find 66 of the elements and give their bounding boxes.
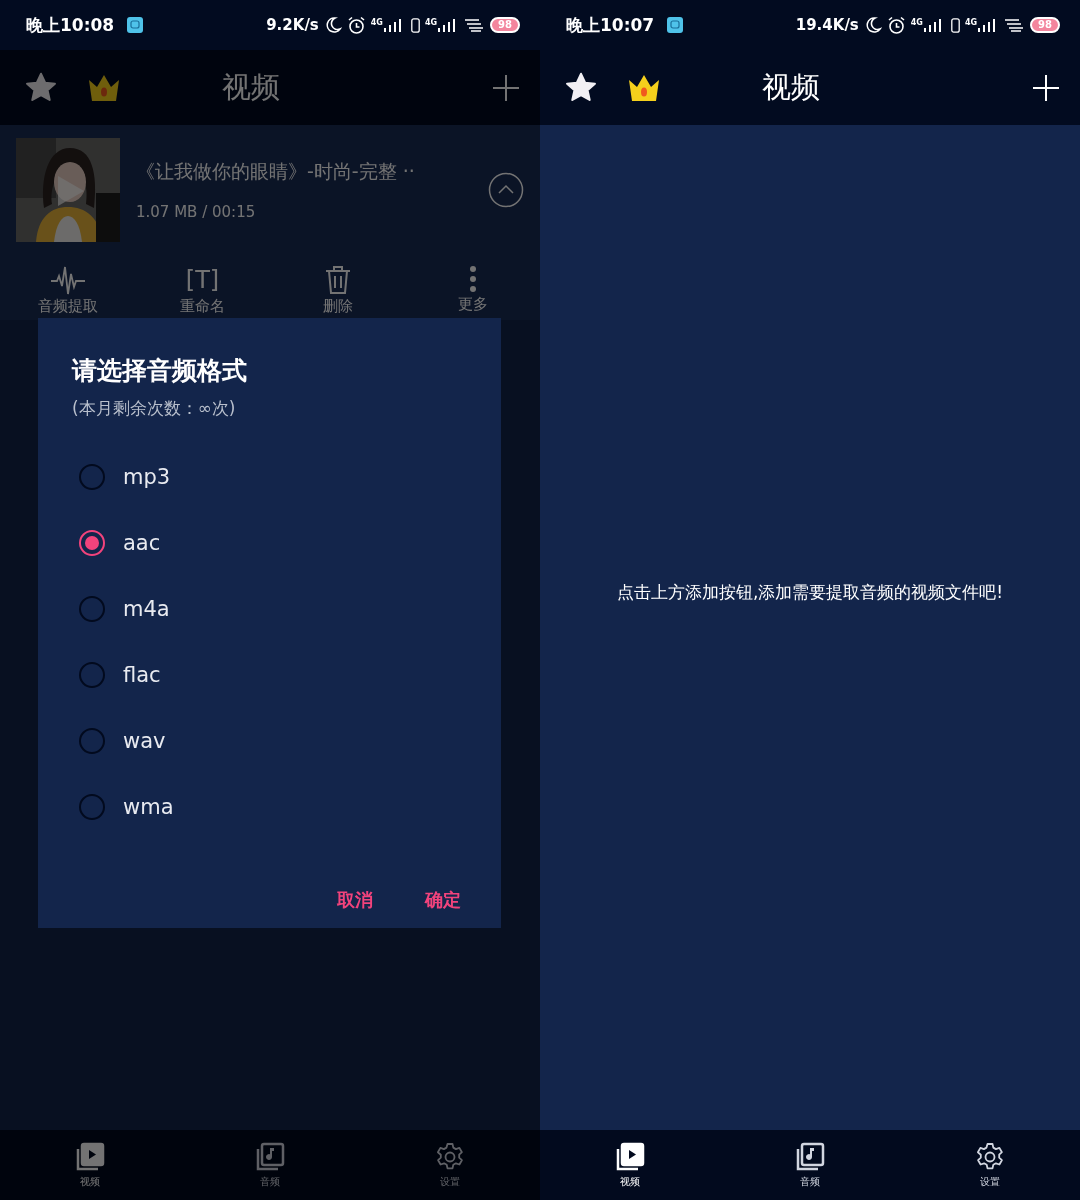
nav-tab[interactable]: 设置 (930, 1130, 1050, 1200)
play-icon[interactable] (56, 174, 86, 208)
status-time: 晚上10:08 (26, 13, 115, 37)
nav-tab[interactable]: 设置 (390, 1130, 510, 1200)
status-time: 晚上10:07 (566, 13, 655, 37)
delete-icon (323, 265, 352, 295)
video-list-item[interactable]: 《让我做你的眼睛》-时尚-完整 ·· 1.07 MB / 00:15 (0, 125, 540, 255)
collapse-icon[interactable] (488, 172, 524, 208)
video-library-icon (75, 1141, 105, 1172)
moon-icon (323, 16, 342, 34)
dialog-button[interactable]: 取消 (331, 880, 379, 920)
nav-tab[interactable]: 视频 (570, 1130, 690, 1200)
wifi-speed-icon (465, 18, 486, 32)
network-type: 4G (910, 18, 923, 27)
network-speed: 19.4K/s (795, 16, 859, 34)
app-notification-icon (127, 17, 144, 33)
radio-button[interactable] (79, 464, 105, 490)
dialog-title: 请选择音频格式 (72, 355, 248, 387)
video-library-icon (615, 1141, 645, 1172)
video-title: 《让我做你的眼睛》-时尚-完整 ·· (136, 159, 416, 184)
page-title: 视频 (761, 68, 821, 106)
music-library-icon (255, 1141, 285, 1172)
page-title: 视频 (221, 68, 281, 106)
format-option[interactable]: flac (72, 642, 467, 708)
radio-button[interactable] (79, 728, 105, 754)
radio-button[interactable] (79, 530, 105, 556)
nav-tab[interactable]: 音频 (210, 1130, 330, 1200)
format-option[interactable]: wav (72, 708, 467, 774)
action-button[interactable]: 更多 (422, 265, 523, 320)
network-speed: 9.2K/s (266, 16, 319, 34)
nav-tab[interactable]: 视频 (30, 1130, 150, 1200)
network-type: 4G (964, 18, 978, 27)
radio-button[interactable] (79, 662, 105, 688)
crown-icon[interactable] (628, 73, 660, 102)
alarm-icon (886, 15, 906, 35)
hd-icon (410, 17, 420, 33)
rename-glyph: [T] (185, 265, 220, 295)
app-notification-icon (667, 17, 684, 33)
action-button[interactable]: [T] 重命名 (152, 265, 253, 320)
waveform-icon (50, 265, 85, 295)
radio-button[interactable] (79, 794, 105, 820)
settings-icon (975, 1141, 1005, 1172)
format-option[interactable]: aac (72, 510, 467, 576)
battery-indicator: 98 (1030, 17, 1060, 33)
dialog-button[interactable]: 确定 (419, 880, 467, 920)
network-type: 4G (424, 18, 438, 27)
action-button[interactable]: 删除 (287, 265, 388, 320)
alarm-icon (346, 15, 366, 35)
settings-icon (435, 1141, 465, 1172)
battery-indicator: 98 (490, 17, 520, 33)
more-icon (468, 265, 477, 293)
music-library-icon (795, 1141, 825, 1172)
format-option[interactable]: wma (72, 774, 467, 840)
add-icon[interactable] (1032, 73, 1060, 102)
format-option[interactable]: m4a (72, 576, 467, 642)
dialog-subtitle: (本月剩余次数：∞次) (72, 397, 237, 420)
action-button[interactable]: 音频提取 (17, 265, 118, 320)
radio-button[interactable] (79, 596, 105, 622)
hd-icon (950, 17, 960, 33)
nav-tab[interactable]: 音频 (750, 1130, 870, 1200)
empty-state-message: 点击上方添加按钮,添加需要提取音频的视频文件吧! (616, 581, 1004, 604)
moon-icon (863, 16, 882, 34)
wifi-speed-icon (1005, 18, 1026, 32)
video-meta: 1.07 MB / 00:15 (136, 203, 257, 221)
network-type: 4G (370, 18, 383, 27)
format-option[interactable]: mp3 (72, 444, 467, 510)
